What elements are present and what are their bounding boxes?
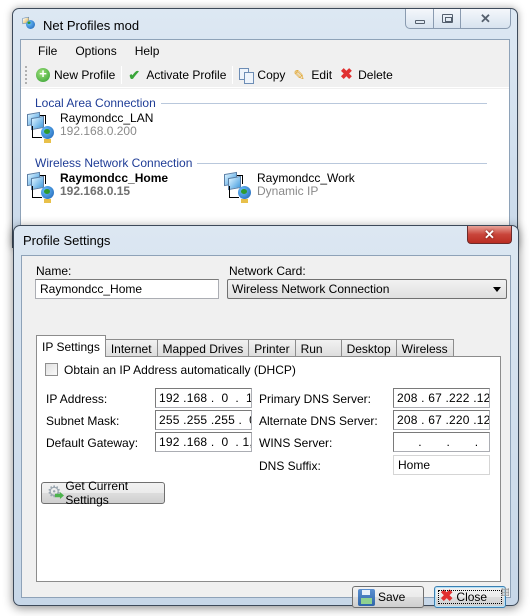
group-header-wireless: Wireless Network Connection	[35, 156, 487, 170]
network-profile-icon	[26, 171, 58, 204]
dialog-close-button[interactable]: ✕	[467, 226, 512, 244]
new-profile-button[interactable]: New Profile	[32, 64, 119, 86]
edit-label: Edit	[311, 67, 333, 82]
settings-tabs: IP Settings Internet Mapped Drives Print…	[36, 335, 454, 357]
dns-suffix-input[interactable]: Home	[393, 455, 490, 475]
primary-dns-input[interactable]: 208 . 67 .222 .123	[393, 388, 490, 408]
group-header-label: Wireless Network Connection	[35, 156, 193, 170]
delete-label: Delete	[358, 67, 393, 82]
dns-suffix-label: DNS Suffix:	[259, 459, 321, 473]
toolbar-separator	[121, 65, 123, 84]
name-input[interactable]: Raymondcc_Home	[35, 279, 219, 299]
profile-settings-dialog: Profile Settings ✕ Name: Raymondcc_Home …	[13, 225, 519, 608]
dhcp-checkbox[interactable]	[45, 363, 58, 376]
ip-address-input[interactable]: 192 .168 . 0 . 15	[155, 388, 252, 408]
toolbar-grip[interactable]	[25, 65, 28, 84]
group-header-label: Local Area Connection	[35, 96, 156, 110]
wins-label: WINS Server:	[259, 436, 333, 450]
menu-options[interactable]: Options	[66, 44, 125, 58]
maximize-icon	[441, 14, 453, 23]
new-profile-label: New Profile	[54, 67, 116, 82]
group-header-lan: Local Area Connection	[35, 96, 487, 110]
copy-label: Copy	[257, 67, 286, 82]
floppy-disk-icon	[358, 588, 375, 606]
get-current-settings-label: Get Current Settings	[65, 479, 129, 507]
toolbar-separator	[232, 65, 234, 84]
caption-buttons: ✕	[405, 9, 511, 29]
wins-input[interactable]: . . .	[393, 432, 490, 452]
get-current-settings-button[interactable]: Get Current Settings	[41, 479, 165, 507]
profile-ip: 192.168.0.15	[60, 184, 131, 198]
app-icon	[22, 16, 38, 33]
alternate-dns-input[interactable]: 208 . 67 .220 .123	[393, 410, 490, 430]
dialog-title: Profile Settings	[23, 233, 111, 248]
close-x-icon: ✖	[440, 588, 454, 605]
tab-run[interactable]: Run	[294, 339, 342, 357]
network-card-select[interactable]: Wireless Network Connection	[227, 279, 507, 299]
dialog-client-area: Name: Raymondcc_Home Network Card: Wirel…	[21, 255, 511, 608]
chevron-down-icon	[493, 287, 501, 292]
copy-button[interactable]: Copy	[235, 64, 289, 86]
minimize-button[interactable]	[406, 9, 434, 28]
tab-mapped-drives[interactable]: Mapped Drives	[156, 339, 250, 357]
gear-icon	[47, 482, 62, 502]
profile-ip: Dynamic IP	[257, 184, 319, 198]
gateway-input[interactable]: 192 .168 . 0 . 1,fe	[155, 432, 252, 452]
alternate-dns-label: Alternate DNS Server:	[259, 414, 378, 428]
network-card-value: Wireless Network Connection	[232, 282, 390, 296]
toolbar: New Profile ✔ Activate Profile Copy ✎ Ed…	[21, 62, 509, 88]
dhcp-label: Obtain an IP Address automatically (DHCP…	[64, 363, 296, 377]
minimize-icon	[414, 19, 425, 24]
window-title: Net Profiles mod	[43, 18, 140, 33]
pencil-icon: ✎	[293, 66, 306, 83]
delete-button[interactable]: ✖ Delete	[336, 64, 397, 86]
copy-icon	[239, 67, 255, 84]
ip-settings-panel: Obtain an IP Address automatically (DHCP…	[36, 356, 501, 582]
primary-dns-label: Primary DNS Server:	[259, 392, 372, 406]
tab-internet[interactable]: Internet	[104, 339, 158, 357]
profile-item[interactable]: Raymondcc_Work Dynamic IP	[223, 172, 355, 204]
name-label: Name:	[36, 264, 72, 278]
close-icon: ✕	[484, 226, 495, 242]
save-label[interactable]: Save	[378, 590, 405, 604]
maximize-button[interactable]	[434, 9, 461, 28]
close-button[interactable]: ✖ Close	[434, 586, 506, 608]
profile-item[interactable]: Raymondcc_LAN 192.168.0.200	[26, 112, 153, 144]
profile-item-active[interactable]: Raymondcc_Home 192.168.0.15	[26, 172, 168, 204]
edit-button[interactable]: ✎ Edit	[289, 64, 336, 86]
menu-bar: File Options Help	[21, 40, 509, 62]
subnet-mask-label: Subnet Mask:	[46, 414, 120, 428]
profile-ip: 192.168.0.200	[60, 124, 137, 138]
ip-address-label: IP Address:	[46, 392, 108, 406]
close-window-button[interactable]: ✕	[461, 9, 510, 28]
menu-file[interactable]: File	[29, 44, 66, 58]
gateway-label: Default Gateway:	[46, 436, 139, 450]
activate-profile-button[interactable]: ✔ Activate Profile	[124, 64, 230, 86]
menu-help[interactable]: Help	[126, 44, 169, 58]
close-label: Close	[456, 590, 488, 604]
profiles-list: Local Area Connection Raymondcc_LAN 192.…	[21, 89, 509, 247]
tab-desktop[interactable]: Desktop	[340, 339, 397, 357]
resize-grip[interactable]	[501, 588, 509, 596]
tab-wireless[interactable]: Wireless	[395, 339, 454, 357]
save-button[interactable]: Save	[352, 586, 424, 608]
main-window: Net Profiles mod ✕ File Options Help New…	[12, 8, 518, 248]
subnet-mask-input[interactable]: 255 .255 .255 . 0	[155, 410, 252, 430]
tab-ip-settings[interactable]: IP Settings	[36, 335, 106, 357]
add-icon	[36, 66, 50, 82]
network-card-label: Network Card:	[229, 264, 306, 278]
network-profile-icon	[26, 111, 58, 144]
close-icon: ✕	[480, 10, 491, 26]
main-titlebar[interactable]: Net Profiles mod ✕	[13, 9, 517, 39]
tab-printer[interactable]: Printer	[248, 339, 296, 357]
activate-profile-label: Activate Profile	[146, 67, 227, 82]
delete-icon: ✖	[340, 65, 353, 83]
network-profile-icon	[223, 171, 255, 204]
main-client-area: File Options Help New Profile ✔ Activate…	[20, 39, 510, 247]
checkmark-icon: ✔	[128, 66, 141, 83]
